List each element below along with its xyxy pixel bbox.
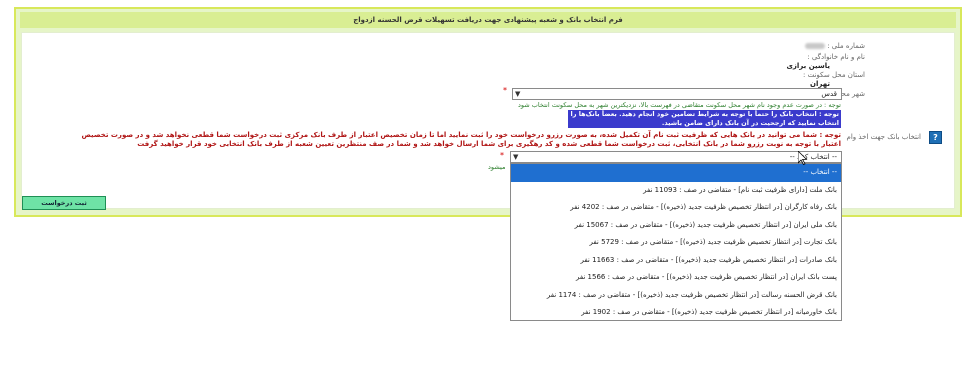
form-title: فرم انتخاب بانک و شعبه پیشنهادی جهت دریا…	[20, 12, 956, 28]
name-value: یاسین برازی	[786, 62, 830, 70]
guarantee-note-line1: توجه : انتخاب بانک را حتماً با توجه به ش…	[570, 110, 839, 118]
guarantee-note: توجه : انتخاب بانک را حتماً با توجه به ش…	[568, 110, 841, 128]
city-select-value: قدس	[821, 90, 837, 98]
province-value: تهران	[810, 80, 830, 88]
bank-select[interactable]: ▼ -- انتخاب کنید --	[510, 151, 842, 163]
bank-option[interactable]: بانک صادرات [در انتظار تخصیص ظرفیت جدید …	[511, 252, 841, 270]
reservation-note-line1: توجه : شما می توانید در بانک هایی که ظرف…	[81, 131, 841, 139]
reservation-note: توجه : شما می توانید در بانک هایی که ظرف…	[81, 131, 841, 149]
form-note-tail: میشود	[488, 163, 506, 171]
name-label: نام و نام خانوادگی :	[807, 53, 865, 61]
mouse-cursor-icon	[798, 151, 808, 165]
submit-request-button[interactable]: ثبت درخواست	[22, 196, 106, 210]
bank-select-label: انتخاب بانک جهت اخذ وام	[846, 133, 921, 141]
bank-options-list[interactable]: -- انتخاب -- بانک ملت [دارای ظرفیت ثبت ن…	[510, 163, 842, 321]
bank-option[interactable]: -- انتخاب --	[511, 164, 841, 182]
bank-option[interactable]: بانک ملی ایران [در انتظار تخصیص ظرفیت جد…	[511, 217, 841, 235]
reservation-note-line2: اعتبار با توجه به نوبت رزرو شما در بانک …	[137, 140, 841, 148]
chevron-down-icon: ▼	[513, 153, 519, 161]
guarantee-note-line2: انتخاب نمایید که ارجحیت در آن بانک دارای…	[661, 119, 839, 127]
bank-required-mark: *	[500, 151, 504, 160]
bank-option[interactable]: بانک رفاه کارگران [در انتظار تخصیص ظرفیت…	[511, 199, 841, 217]
national-id-value-redacted	[805, 43, 825, 49]
help-icon[interactable]: ?	[929, 131, 942, 144]
city-required-mark: *	[503, 86, 507, 95]
national-id-label: شماره ملی :	[827, 42, 865, 50]
bank-option[interactable]: بانک قرض الحسنه رسالت [در انتظار تخصیص ظ…	[511, 287, 841, 305]
city-note: توجه : در صورت عدم وجود نام شهر محل سکون…	[518, 101, 841, 109]
province-label: استان محل سکونت :	[803, 71, 865, 79]
bank-option[interactable]: بانک ملت [دارای ظرفیت ثبت نام] - متقاضی …	[511, 182, 841, 200]
bank-option[interactable]: بانک خاورمیانه [در انتظار تخصیص ظرفیت جد…	[511, 304, 841, 322]
bank-option[interactable]: بانک تجارت [در انتظار تخصیص ظرفیت جدید (…	[511, 234, 841, 252]
city-select[interactable]: ▼ قدس	[512, 88, 842, 100]
bank-select-value: -- انتخاب کنید --	[789, 153, 837, 161]
bank-option[interactable]: پست بانک ایران [در انتظار تخصیص ظرفیت جد…	[511, 269, 841, 287]
chevron-down-icon: ▼	[515, 90, 521, 98]
